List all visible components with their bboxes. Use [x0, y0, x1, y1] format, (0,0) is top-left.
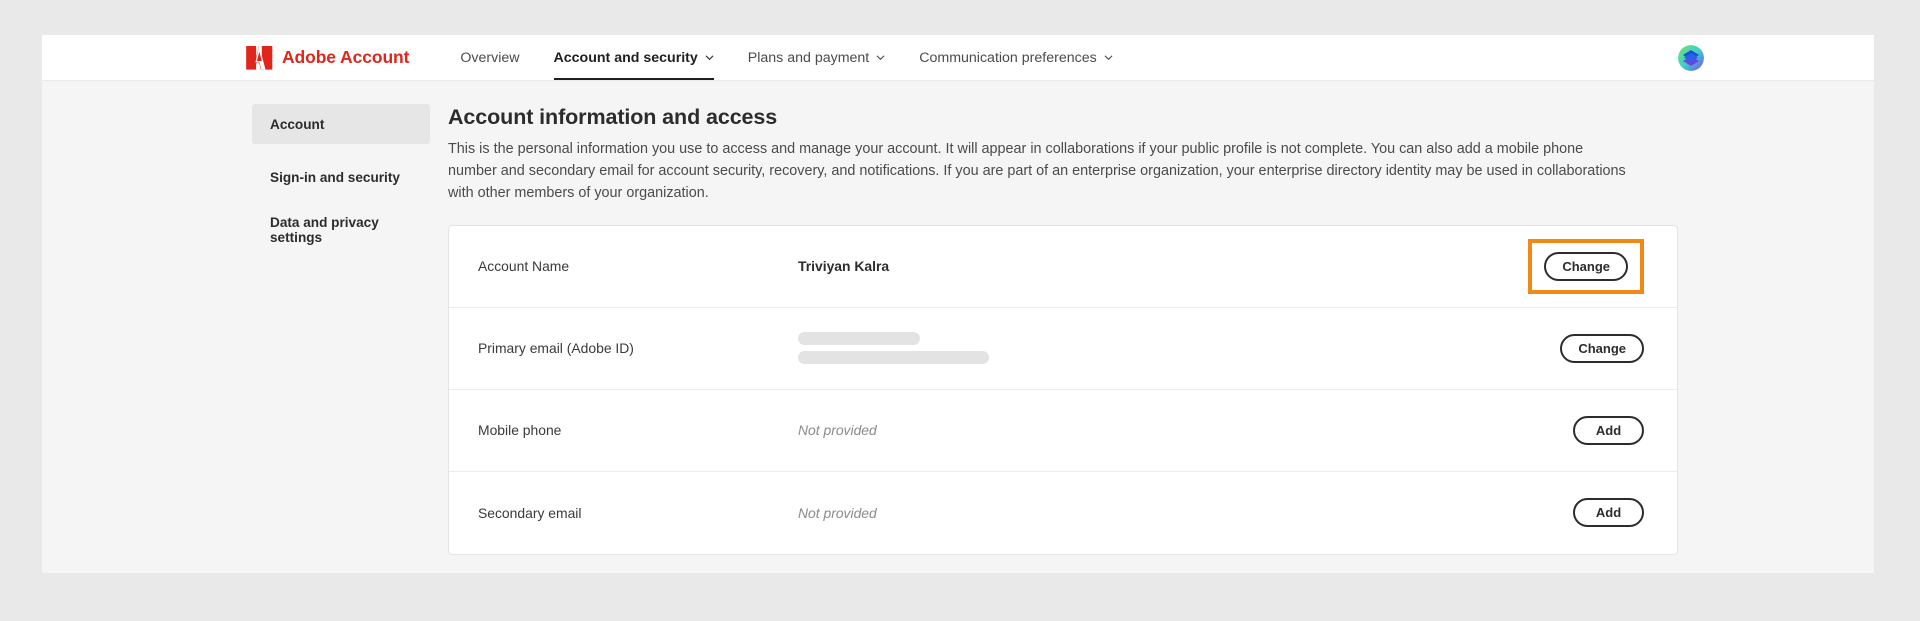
row-value: Triviyan Kalra [798, 258, 890, 275]
add-secondary-email-button[interactable]: Add [1573, 498, 1644, 528]
row-label: Account Name [478, 258, 570, 275]
primary-nav: Overview Account and security Plans and … [443, 35, 1129, 80]
row-label: Primary email (Adobe ID) [478, 340, 634, 357]
nav-item-label: Plans and payment [747, 49, 870, 66]
row-value [798, 332, 1512, 365]
chevron-down-icon [876, 50, 885, 66]
table-row: Mobile phone Not provided Add [449, 390, 1677, 472]
brand-home-link[interactable]: Adobe Account [246, 45, 410, 70]
page-title: Account information and access [448, 105, 778, 129]
chevron-down-icon [1104, 50, 1113, 66]
chevron-down-icon [705, 50, 714, 66]
row-label: Secondary email [478, 504, 582, 521]
avatar-container [1678, 44, 1704, 71]
row-label: Mobile phone [478, 422, 562, 439]
main-content: Account information and access This is t… [448, 104, 1874, 573]
nav-item-label: Account and security [553, 49, 698, 66]
redaction-bar [798, 351, 989, 365]
redacted-email-value [798, 332, 1512, 365]
redaction-bar [798, 332, 920, 346]
secondary-sidebar: Account Sign-in and security Data and pr… [252, 104, 430, 573]
table-row: Secondary email Not provided Add [449, 472, 1677, 554]
top-navigation-bar: Adobe Account Overview Account and secur… [42, 35, 1874, 81]
change-account-name-button[interactable]: Change [1544, 251, 1628, 281]
sidebar-item-account[interactable]: Account [252, 104, 430, 144]
nav-item-label: Communication preferences [919, 49, 1097, 66]
sidebar-item-sign-in-and-security[interactable]: Sign-in and security [252, 157, 430, 197]
page-description: This is the personal information you use… [448, 140, 1626, 201]
row-value: Not provided [798, 504, 877, 521]
screenshot-viewport: Adobe Account Overview Account and secur… [0, 0, 1920, 621]
brand-name-label: Adobe Account [282, 47, 410, 67]
nav-item-label: Overview [460, 49, 520, 66]
row-action: Change [1512, 333, 1644, 363]
nav-item-overview[interactable]: Overview [443, 35, 536, 80]
row-value: Not provided [798, 422, 877, 439]
nav-item-account-and-security[interactable]: Account and security [537, 35, 731, 80]
table-row: Primary email (Adobe ID) Change [449, 308, 1677, 390]
sidebar-item-label: Sign-in and security [270, 169, 400, 185]
sidebar-item-label: Account [270, 116, 325, 132]
nav-item-plans-and-payment[interactable]: Plans and payment [731, 35, 902, 80]
nav-item-communication-preferences[interactable]: Communication preferences [902, 35, 1129, 80]
add-mobile-phone-button[interactable]: Add [1573, 415, 1644, 445]
change-primary-email-button[interactable]: Change [1560, 333, 1644, 363]
adobe-logo-icon [246, 45, 273, 70]
row-action: Add [1512, 498, 1644, 528]
app-content-frame: Adobe Account Overview Account and secur… [42, 35, 1874, 573]
sidebar-item-data-and-privacy-settings[interactable]: Data and privacy settings [252, 210, 430, 250]
table-row: Account Name Triviyan Kalra Change [449, 226, 1677, 308]
account-information-card: Account Name Triviyan Kalra Change Prima… [448, 224, 1678, 555]
row-action: Add [1512, 415, 1644, 445]
row-action: Change [1512, 238, 1644, 294]
user-avatar-icon[interactable] [1678, 44, 1704, 71]
highlight-focus-ring: Change [1528, 238, 1644, 294]
sidebar-item-label: Data and privacy settings [270, 215, 379, 245]
page-body: Account Sign-in and security Data and pr… [42, 81, 1874, 573]
